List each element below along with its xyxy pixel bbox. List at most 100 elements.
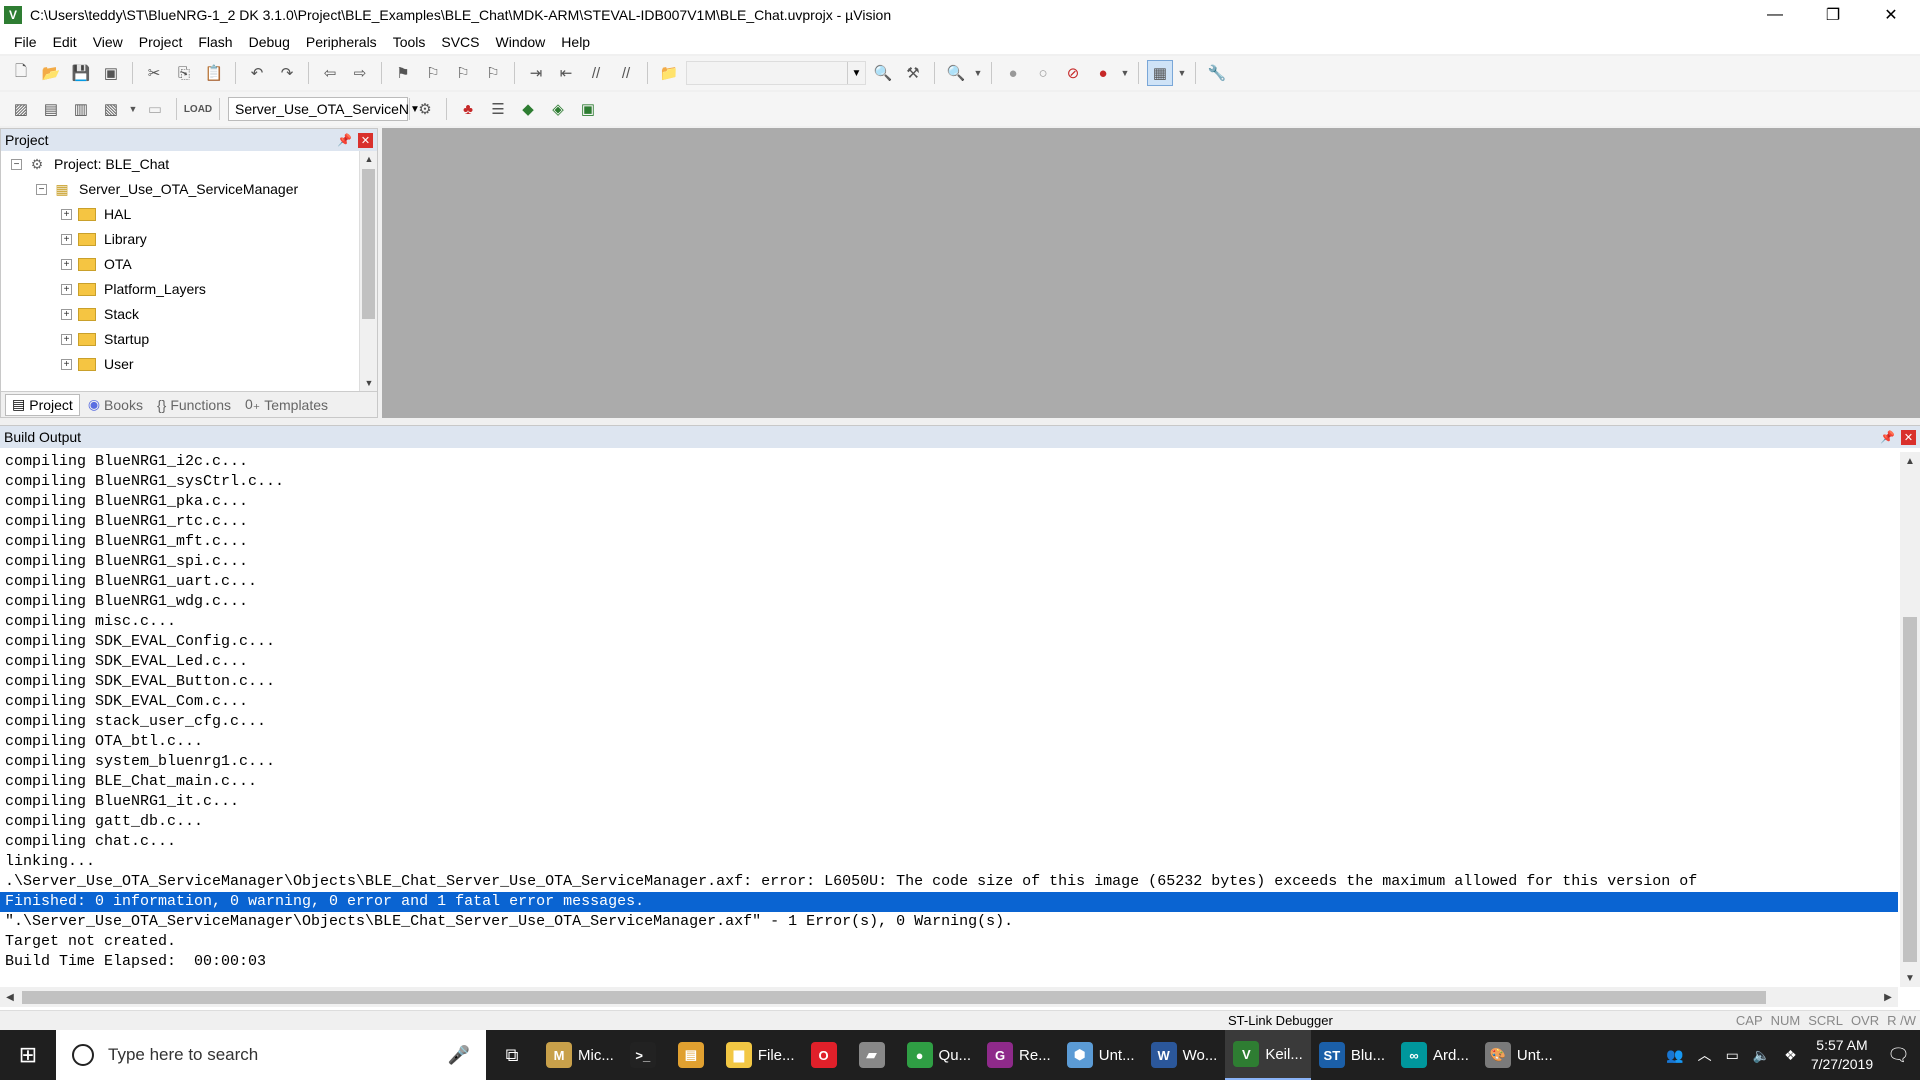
expand-icon[interactable]: + bbox=[61, 283, 72, 295]
scrollbar-thumb[interactable] bbox=[362, 169, 375, 319]
menu-svcs[interactable]: SVCS bbox=[433, 34, 487, 50]
expand-icon[interactable]: + bbox=[61, 208, 72, 220]
scroll-right-icon[interactable]: ▶ bbox=[1878, 987, 1898, 1007]
open-file-icon[interactable]: 📂 bbox=[38, 60, 64, 86]
scroll-up-icon[interactable]: ▲ bbox=[1900, 452, 1920, 470]
volume-icon[interactable]: 🔈 bbox=[1753, 1047, 1770, 1064]
chevron-down-icon[interactable]: ▼ bbox=[1177, 60, 1187, 86]
unindent-icon[interactable]: ⇤ bbox=[553, 60, 579, 86]
clock[interactable]: 5:57 AM 7/27/2019 bbox=[1811, 1036, 1873, 1074]
chevron-up-icon[interactable]: ︿ bbox=[1698, 1045, 1712, 1065]
tree-item-ota[interactable]: + OTA bbox=[61, 253, 132, 275]
tab-project[interactable]: ▤ Project bbox=[5, 393, 80, 416]
paste-icon[interactable]: 📋 bbox=[201, 60, 227, 86]
manage-project-items-icon[interactable]: ♣ bbox=[455, 96, 481, 122]
taskbar-app-button[interactable]: G Re... bbox=[979, 1030, 1059, 1080]
download-load-icon[interactable]: LOAD bbox=[184, 96, 212, 122]
options-for-target-icon[interactable]: ⚙ bbox=[412, 96, 438, 122]
scroll-down-icon[interactable]: ▼ bbox=[360, 375, 377, 391]
pin-icon[interactable]: 📌 bbox=[1880, 430, 1895, 444]
minimize-button[interactable]: — bbox=[1746, 0, 1804, 30]
menu-edit[interactable]: Edit bbox=[45, 34, 85, 50]
tree-item-platform-layers[interactable]: + Platform_Layers bbox=[61, 278, 206, 300]
menu-file[interactable]: File bbox=[6, 34, 45, 50]
redo-icon[interactable]: ↷ bbox=[274, 60, 300, 86]
expand-icon[interactable]: + bbox=[61, 258, 72, 270]
disable-breakpoints-icon[interactable]: ⊘ bbox=[1060, 60, 1086, 86]
menu-project[interactable]: Project bbox=[131, 34, 191, 50]
next-bookmark-icon[interactable]: ⚐ bbox=[450, 60, 476, 86]
window-layout-icon[interactable]: ▦ bbox=[1147, 60, 1173, 86]
build-output-hscrollbar[interactable]: ◀ ▶ bbox=[0, 987, 1898, 1007]
build-output-line[interactable]: compiling BlueNRG1_rtc.c... bbox=[0, 512, 1898, 532]
copy-icon[interactable]: ⎘ bbox=[171, 60, 197, 86]
bookmark-icon[interactable]: ⚑ bbox=[390, 60, 416, 86]
rebuild-icon[interactable]: ▥ bbox=[68, 96, 94, 122]
chevron-down-icon[interactable]: ▼ bbox=[847, 62, 865, 84]
uncomment-icon[interactable]: // bbox=[613, 60, 639, 86]
microphone-icon[interactable]: 🎤 bbox=[448, 1045, 470, 1066]
translate-icon[interactable]: ▨ bbox=[8, 96, 34, 122]
build-output-line[interactable]: compiling system_bluenrg1.c... bbox=[0, 752, 1898, 772]
find-combo[interactable]: ▼ bbox=[686, 61, 866, 85]
cut-icon[interactable]: ✂ bbox=[141, 60, 167, 86]
taskbar-search[interactable]: Type here to search 🎤 bbox=[56, 1030, 486, 1080]
find-icon[interactable]: 🔍 bbox=[870, 60, 896, 86]
save-icon[interactable]: 💾 bbox=[68, 60, 94, 86]
tree-item-hal[interactable]: + HAL bbox=[61, 203, 131, 225]
build-output-line[interactable]: compiling SDK_EVAL_Led.c... bbox=[0, 652, 1898, 672]
menu-window[interactable]: Window bbox=[488, 34, 554, 50]
build-output-line[interactable]: compiling BlueNRG1_sysCtrl.c... bbox=[0, 472, 1898, 492]
chevron-down-icon[interactable]: ▼ bbox=[128, 96, 138, 122]
notifications-icon[interactable]: 🗨 bbox=[1887, 1045, 1910, 1066]
insert-breakpoint-icon[interactable]: ● bbox=[1000, 60, 1026, 86]
build-output-line[interactable]: ".\Server_Use_OTA_ServiceManager\Objects… bbox=[0, 912, 1898, 932]
build-output-log[interactable]: compiling BlueNRG1_i2c.c... compiling Blu… bbox=[0, 452, 1898, 987]
scroll-up-icon[interactable]: ▲ bbox=[360, 151, 377, 167]
build-output-line[interactable]: Target not created. bbox=[0, 932, 1898, 952]
undo-icon[interactable]: ↶ bbox=[244, 60, 270, 86]
pack-installer-icon[interactable]: ◆ bbox=[515, 96, 541, 122]
target-select[interactable]: Server_Use_OTA_ServiceN ▼ bbox=[228, 97, 420, 121]
comment-icon[interactable]: // bbox=[583, 60, 609, 86]
expand-icon[interactable]: + bbox=[61, 358, 72, 370]
expand-icon[interactable]: + bbox=[61, 333, 72, 345]
battery-icon[interactable]: ▭ bbox=[1726, 1047, 1739, 1064]
find-in-files-icon[interactable]: 📁 bbox=[656, 60, 682, 86]
close-icon[interactable]: ✕ bbox=[1901, 429, 1916, 445]
configure-wrench-icon[interactable]: 🔧 bbox=[1204, 60, 1230, 86]
build-output-line[interactable]: .\Server_Use_OTA_ServiceManager\Objects\… bbox=[0, 872, 1898, 892]
tree-item-startup[interactable]: + Startup bbox=[61, 328, 149, 350]
taskbar-app-button[interactable]: ● Qu... bbox=[899, 1030, 980, 1080]
taskbar-app-button[interactable]: W Wo... bbox=[1143, 1030, 1226, 1080]
chevron-down-icon[interactable]: ▼ bbox=[1120, 60, 1130, 86]
tab-templates[interactable]: 0₊ Templates bbox=[239, 394, 334, 416]
stop-build-icon[interactable]: ▭ bbox=[142, 96, 168, 122]
build-output-line[interactable]: Build Time Elapsed: 00:00:03 bbox=[0, 952, 1898, 972]
build-output-line[interactable]: compiling BlueNRG1_spi.c... bbox=[0, 552, 1898, 572]
manage-run-time-environment-icon[interactable]: ◈ bbox=[545, 96, 571, 122]
build-output-line[interactable]: compiling OTA_btl.c... bbox=[0, 732, 1898, 752]
tree-item-project-root[interactable]: − ⚙ Project: BLE_Chat bbox=[11, 153, 169, 175]
menu-view[interactable]: View bbox=[85, 34, 131, 50]
scroll-left-icon[interactable]: ◀ bbox=[0, 987, 20, 1007]
taskbar-app-button[interactable]: V Keil... bbox=[1225, 1030, 1311, 1080]
taskbar-app-button[interactable]: 🎨 Unt... bbox=[1477, 1030, 1561, 1080]
editor-area[interactable] bbox=[382, 128, 1920, 418]
taskbar-app-button[interactable]: ST Blu... bbox=[1311, 1030, 1393, 1080]
collapse-icon[interactable]: − bbox=[36, 183, 47, 195]
start-button[interactable]: ⊞ bbox=[0, 1030, 56, 1080]
build-output-line[interactable]: Finished: 0 information, 0 warning, 0 er… bbox=[0, 892, 1898, 912]
build-output-line[interactable]: compiling BlueNRG1_mft.c... bbox=[0, 532, 1898, 552]
taskbar-app-button[interactable]: ⬢ Unt... bbox=[1059, 1030, 1143, 1080]
tab-books[interactable]: ◉ Books bbox=[82, 394, 149, 416]
build-output-line[interactable]: linking... bbox=[0, 852, 1898, 872]
pack-installer-box-icon[interactable]: ▣ bbox=[575, 96, 601, 122]
indent-icon[interactable]: ⇥ bbox=[523, 60, 549, 86]
build-output-line[interactable]: compiling BlueNRG1_it.c... bbox=[0, 792, 1898, 812]
menu-debug[interactable]: Debug bbox=[241, 34, 298, 50]
build-output-line[interactable]: compiling BlueNRG1_wdg.c... bbox=[0, 592, 1898, 612]
tab-functions[interactable]: {} Functions bbox=[151, 394, 237, 416]
build-output-line[interactable]: compiling misc.c... bbox=[0, 612, 1898, 632]
scroll-down-icon[interactable]: ▼ bbox=[1900, 969, 1920, 987]
